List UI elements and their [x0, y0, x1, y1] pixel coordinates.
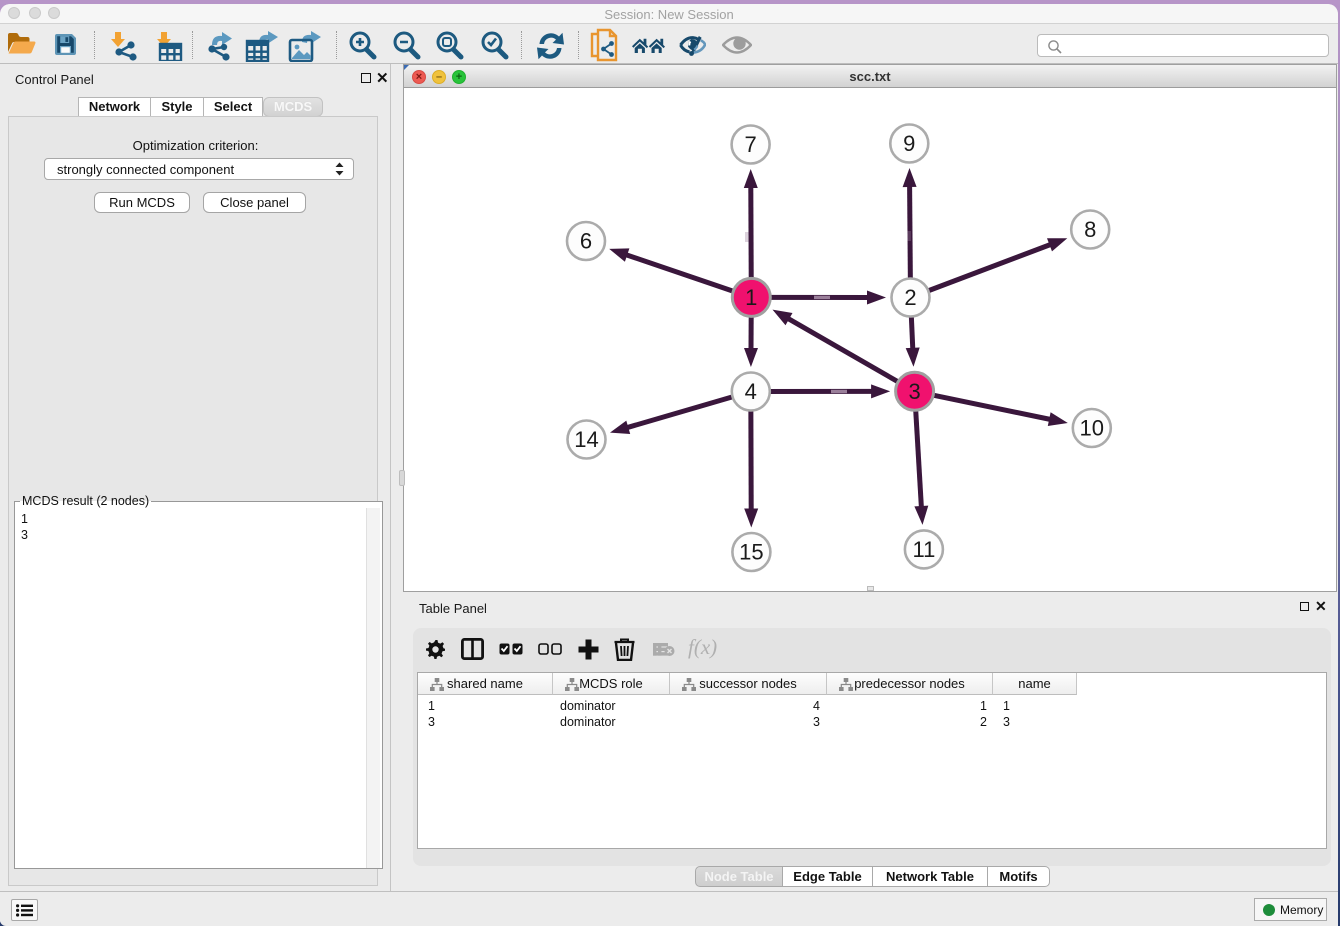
svg-text:4: 4: [745, 379, 757, 404]
svg-text:10: 10: [1080, 416, 1104, 441]
svg-text:6: 6: [580, 229, 592, 254]
svg-text:7: 7: [744, 132, 756, 157]
svg-text:3: 3: [908, 379, 920, 404]
svg-text:2: 2: [904, 285, 916, 310]
svg-text:9: 9: [903, 131, 915, 156]
svg-text:15: 15: [739, 540, 763, 565]
svg-text:8: 8: [1084, 217, 1096, 242]
svg-text:14: 14: [574, 427, 598, 452]
svg-text:1: 1: [745, 285, 757, 310]
svg-text:11: 11: [912, 537, 935, 562]
